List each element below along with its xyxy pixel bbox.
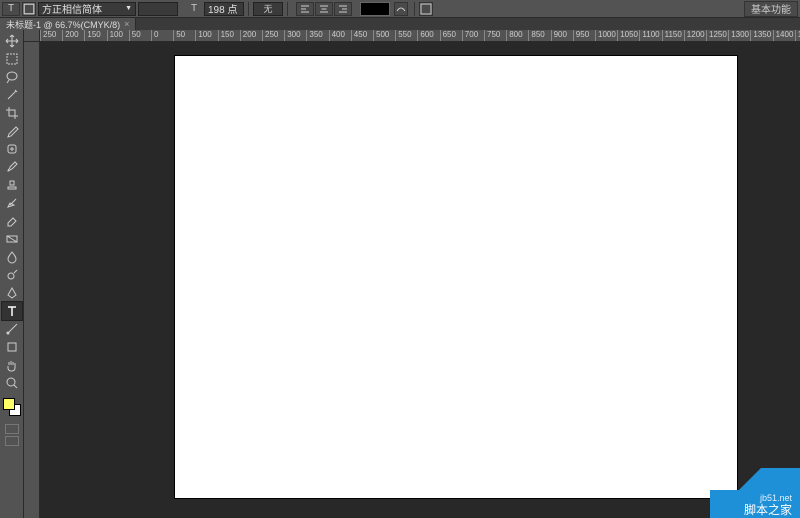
- gradient-tool[interactable]: [2, 230, 22, 248]
- ruler-tick: 1100: [639, 30, 659, 42]
- ruler-tick: 750: [484, 30, 500, 42]
- ruler-tick: 1000: [595, 30, 616, 42]
- font-style-select[interactable]: [138, 2, 178, 16]
- eraser-tool[interactable]: [2, 212, 22, 230]
- document-tab[interactable]: 未标题-1 @ 66.7%(CMYK/8) ×: [0, 18, 136, 30]
- watermark: jb51.net 脚本之家: [710, 468, 800, 518]
- ruler-tick: 300: [284, 30, 300, 42]
- crop-tool[interactable]: [2, 104, 22, 122]
- workspace-select[interactable]: 基本功能: [744, 1, 798, 17]
- foreground-color-swatch[interactable]: [3, 398, 15, 410]
- ruler-tick: 50: [129, 30, 141, 42]
- separator: [287, 2, 288, 16]
- blur-tool[interactable]: [2, 248, 22, 266]
- font-size-value: 198 点: [208, 1, 237, 16]
- ruler-tick: 50: [173, 30, 185, 42]
- ruler-tick: 700: [462, 30, 478, 42]
- align-right-button[interactable]: [334, 2, 352, 16]
- align-left-button[interactable]: [296, 2, 314, 16]
- document-tab-title: 未标题-1 @ 66.7%(CMYK/8): [6, 18, 120, 31]
- ruler-tick: 1400: [773, 30, 794, 42]
- warp-text-button[interactable]: [394, 2, 408, 16]
- ruler-origin[interactable]: [24, 30, 40, 42]
- eyedropper-tool[interactable]: [2, 122, 22, 140]
- quickmask-mode-button[interactable]: [5, 436, 19, 446]
- ruler-tick: 250: [40, 30, 56, 42]
- ruler-tick: 400: [329, 30, 345, 42]
- zoom-tool[interactable]: [2, 374, 22, 392]
- font-family-value: 方正相信简体: [42, 1, 102, 16]
- watermark-fold: [710, 468, 800, 490]
- text-color-swatch[interactable]: [360, 2, 390, 16]
- ruler-tick: 900: [551, 30, 567, 42]
- workspace: 2502001501005005010015020025030035040045…: [0, 30, 800, 518]
- vertical-ruler[interactable]: [24, 42, 40, 518]
- close-icon[interactable]: ×: [124, 19, 129, 29]
- chevron-down-icon: ▼: [125, 5, 132, 12]
- ruler-tick: 1250: [706, 30, 727, 42]
- options-tool-indicator: T: [2, 2, 20, 16]
- hand-tool[interactable]: [2, 356, 22, 374]
- ruler-tick: 500: [373, 30, 389, 42]
- font-size-input[interactable]: 198 点: [204, 2, 244, 16]
- dodge-tool[interactable]: [2, 266, 22, 284]
- path-tool[interactable]: [2, 320, 22, 338]
- anti-alias-select[interactable]: 无: [253, 2, 283, 16]
- ruler-tick: 850: [528, 30, 544, 42]
- healing-tool[interactable]: [2, 140, 22, 158]
- toggle-orientation-button[interactable]: [22, 2, 36, 16]
- ruler-tick: 150: [218, 30, 234, 42]
- ruler-tick: 350: [306, 30, 322, 42]
- ruler-tick: 800: [506, 30, 522, 42]
- ruler-tick: 1200: [684, 30, 705, 42]
- history-brush-tool[interactable]: [2, 194, 22, 212]
- stamp-tool[interactable]: [2, 176, 22, 194]
- ruler-tick: 100: [195, 30, 211, 42]
- lasso-tool[interactable]: [2, 68, 22, 86]
- font-family-select[interactable]: 方正相信简体 ▼: [38, 2, 136, 16]
- ruler-tick: 950: [573, 30, 589, 42]
- watermark-label: jb51.net 脚本之家: [710, 490, 800, 518]
- ruler-tick: 450: [351, 30, 367, 42]
- watermark-text: 脚本之家: [744, 504, 792, 517]
- canvas-viewport[interactable]: [40, 42, 800, 518]
- move-tool[interactable]: [2, 32, 22, 50]
- text-align-group: [296, 2, 352, 16]
- ruler-tick: 0: [151, 30, 158, 42]
- ruler-tick: 1300: [728, 30, 749, 42]
- document-tab-bar: 未标题-1 @ 66.7%(CMYK/8) ×: [0, 18, 800, 30]
- color-picker[interactable]: [0, 396, 23, 420]
- ruler-tick: 200: [240, 30, 256, 42]
- ruler-tick: 1050: [617, 30, 638, 42]
- canvas[interactable]: [175, 56, 737, 498]
- ruler-tick: 150: [84, 30, 100, 42]
- shape-tool[interactable]: [2, 338, 22, 356]
- type-tool[interactable]: [2, 302, 22, 320]
- wand-tool[interactable]: [2, 86, 22, 104]
- ruler-tick: 550: [395, 30, 411, 42]
- ruler-tick: 145: [795, 30, 800, 42]
- ruler-tick: 100: [107, 30, 123, 42]
- ruler-tick: 200: [62, 30, 78, 42]
- document-view: 2502001501005005010015020025030035040045…: [24, 30, 800, 518]
- separator: [248, 2, 249, 16]
- align-center-button[interactable]: [315, 2, 333, 16]
- ruler-tick: 650: [440, 30, 456, 42]
- horizontal-ruler[interactable]: 2502001501005005010015020025030035040045…: [40, 30, 800, 42]
- pen-tool[interactable]: [2, 284, 22, 302]
- character-panel-button[interactable]: [419, 2, 433, 16]
- ruler-tick: 1150: [662, 30, 682, 42]
- brush-tool[interactable]: [2, 158, 22, 176]
- ruler-tick: 1350: [750, 30, 771, 42]
- mask-mode-group: [0, 424, 23, 446]
- options-bar: T 方正相信简体 ▼ T 198 点 无 基本功能: [0, 0, 800, 18]
- marquee-tool[interactable]: [2, 50, 22, 68]
- ruler-tick: 600: [417, 30, 433, 42]
- font-size-icon: T: [184, 3, 204, 14]
- ruler-tick: 250: [262, 30, 278, 42]
- separator: [414, 2, 415, 16]
- standard-mode-button[interactable]: [5, 424, 19, 434]
- toolbox: [0, 30, 24, 518]
